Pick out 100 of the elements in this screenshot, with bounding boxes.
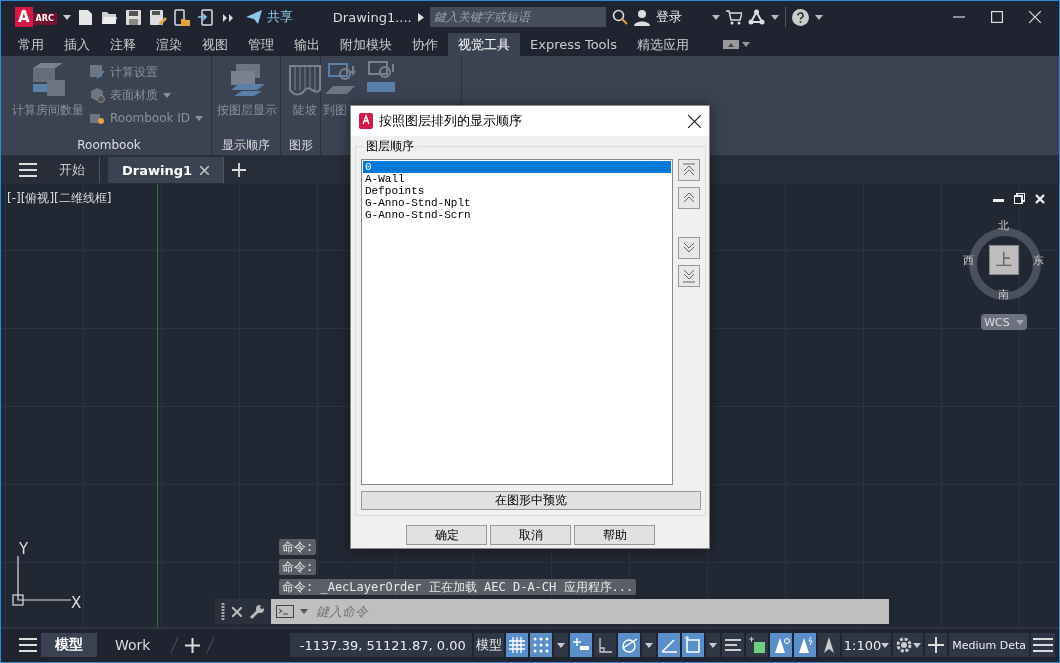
caret-icon[interactable]: [741, 42, 750, 47]
compass-label[interactable]: 东: [1033, 253, 1044, 268]
layered-squares-icon: [747, 636, 766, 654]
terminal-icon[interactable]: [276, 605, 294, 618]
maximize-icon[interactable]: [991, 11, 1003, 23]
wrench-icon[interactable]: [249, 603, 265, 620]
logo-badge: ARC: [32, 13, 57, 25]
save-icon[interactable]: [124, 8, 143, 26]
triangle-nodes-icon[interactable]: [747, 9, 765, 25]
settings-button[interactable]: [893, 633, 924, 657]
layout-tab[interactable]: 模型: [41, 633, 97, 657]
layer-list-item[interactable]: G-Anno-Stnd-Nplt: [363, 197, 671, 209]
panel-toggle-icon[interactable]: [722, 40, 739, 49]
ribbon-tab[interactable]: 注释: [100, 33, 146, 56]
close-icon[interactable]: [688, 114, 701, 128]
ucs-menu-button[interactable]: WCS: [981, 314, 1027, 330]
settings-icon: [895, 636, 914, 654]
layer-list[interactable]: 0 A-Wall Defpoints G-Anno-Stnd-Nplt G-Anno-Stnd-Scrn: [361, 159, 673, 485]
status-toggle-button[interactable]: [769, 633, 792, 657]
material-icon: [89, 87, 105, 103]
ribbon-tab[interactable]: 协作: [402, 33, 448, 56]
dialog-button[interactable]: 帮助: [574, 525, 655, 545]
ribbon-tab[interactable]: 渲染: [146, 33, 192, 56]
dropdown-button[interactable]: [641, 633, 656, 657]
ucs-axes-icon: [11, 556, 71, 606]
ribbon-tab[interactable]: 视觉工具: [448, 33, 520, 56]
status-toggle-button[interactable]: [793, 633, 816, 657]
caret-icon: [708, 642, 717, 648]
status-toggle-button[interactable]: [505, 633, 528, 657]
detail-level-button[interactable]: Medium Deta: [949, 633, 1029, 657]
status-toggle-button[interactable]: [569, 633, 592, 657]
caret-icon[interactable]: [814, 14, 823, 20]
play-arrow-icon[interactable]: [417, 12, 424, 22]
dialog-button[interactable]: 取消: [490, 525, 571, 545]
mobile-icon[interactable]: [172, 8, 191, 26]
status-toggle-button[interactable]: [745, 633, 768, 657]
new-file-icon[interactable]: [76, 8, 95, 26]
layer-list-item[interactable]: Defpoints: [363, 185, 671, 197]
ribbon-tab[interactable]: 管理: [238, 33, 284, 56]
share-button[interactable]: 共享: [244, 8, 293, 26]
move-button[interactable]: [678, 159, 700, 181]
caret-icon[interactable]: [711, 14, 720, 20]
compass-label[interactable]: 南: [998, 287, 1009, 302]
status-toggle-button[interactable]: [657, 633, 680, 657]
layer-list-item[interactable]: 0: [363, 161, 671, 173]
import-icon[interactable]: [196, 8, 215, 26]
grip-icon[interactable]: [221, 602, 225, 621]
save-as-icon[interactable]: [148, 8, 167, 26]
layout-tab[interactable]: Work: [101, 633, 165, 657]
status-toggle-button[interactable]: [681, 633, 704, 657]
help-icon[interactable]: [791, 8, 809, 26]
model-space-button[interactable]: 模型: [473, 633, 504, 657]
stacked-layers-icon: [228, 62, 266, 98]
view-cube-face[interactable]: 上: [989, 245, 1019, 275]
document-tab[interactable]: Drawing1: [108, 157, 225, 183]
square-snap-icon: [683, 636, 702, 654]
compass-label[interactable]: 北: [998, 218, 1009, 233]
customize-button[interactable]: [1031, 633, 1055, 657]
ribbon-tab[interactable]: Express Tools: [520, 33, 627, 56]
dropdown-button[interactable]: [553, 633, 568, 657]
ribbon-tab[interactable]: 精选应用: [626, 33, 699, 56]
layer-list-item[interactable]: A-Wall: [363, 173, 671, 185]
caret-icon[interactable]: [770, 14, 779, 20]
plus-icon[interactable]: [232, 163, 247, 177]
dialog-button[interactable]: 确定: [406, 525, 487, 545]
move-button[interactable]: [678, 265, 700, 287]
status-toggle-button[interactable]: [529, 633, 552, 657]
status-toggle-button[interactable]: [817, 633, 840, 657]
coordinates-readout: -1137.39, 51121.87, 0.00: [289, 633, 472, 657]
dropdown-button[interactable]: [705, 633, 720, 657]
layer-list-item[interactable]: G-Anno-Stnd-Scrn: [363, 209, 671, 221]
ribbon-tab[interactable]: 输出: [284, 33, 330, 56]
restore-icon[interactable]: [1014, 193, 1025, 204]
move-button[interactable]: [678, 237, 700, 259]
dot-grid-icon: [531, 636, 550, 654]
sign-in-button[interactable]: 登录: [655, 8, 682, 26]
cart-icon[interactable]: [725, 9, 742, 25]
caret-icon: [556, 642, 565, 648]
ribbon-tab[interactable]: 插入: [54, 33, 100, 56]
status-toggle-button[interactable]: [593, 633, 616, 657]
preview-button[interactable]: 在图形中预览: [361, 491, 701, 510]
move-button[interactable]: [678, 187, 700, 209]
viewport-label[interactable]: [-][俯视][二维线框]: [7, 190, 112, 207]
search-field[interactable]: 鍵入关键字或短语: [429, 7, 606, 27]
plus-icon[interactable]: [185, 637, 201, 653]
close-icon[interactable]: [232, 606, 242, 617]
annotation-scale-button[interactable]: 1:100: [841, 633, 892, 657]
search-icon[interactable]: [611, 9, 628, 25]
plus-icon: [928, 637, 945, 653]
ribbon-tab[interactable]: 附加模块: [330, 33, 402, 56]
status-toggle-button[interactable]: [617, 633, 640, 657]
compass-label[interactable]: 西: [963, 253, 974, 268]
ribbon-tab[interactable]: 常用: [8, 33, 54, 56]
plus-button[interactable]: [925, 633, 948, 657]
ribbon-tab[interactable]: 视图: [192, 33, 238, 56]
document-tab[interactable]: 开始: [45, 157, 100, 183]
menu-icon[interactable]: [19, 163, 37, 177]
status-toggle-button[interactable]: [721, 633, 744, 657]
caret-icon[interactable]: [62, 14, 71, 20]
menu-icon[interactable]: [19, 638, 37, 652]
